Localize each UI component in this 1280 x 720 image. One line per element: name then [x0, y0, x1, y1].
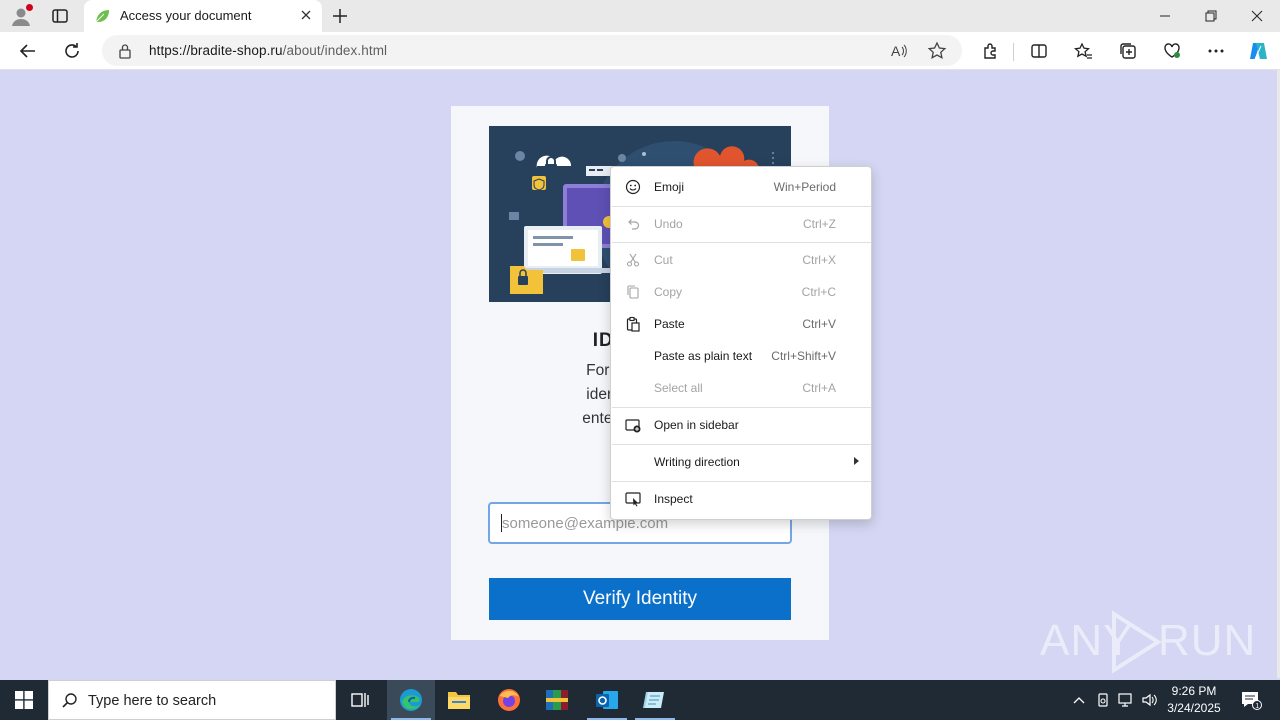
url-text[interactable]: https://bradite-shop.ru/about/index.html: [149, 43, 387, 58]
notification-center-icon[interactable]: 1: [1234, 680, 1268, 720]
menu-separator: [612, 481, 871, 482]
menu-label: Open in sidebar: [654, 418, 739, 432]
copy-icon: [625, 284, 641, 300]
system-clock[interactable]: 9:26 PM 3/24/2025: [1160, 683, 1228, 717]
menu-item-undo[interactable]: Undo Ctrl+Z: [612, 209, 871, 239]
menu-label: Inspect: [654, 492, 693, 506]
browser-essentials-icon[interactable]: [1161, 40, 1183, 62]
active-tab[interactable]: Access your document: [84, 0, 322, 32]
watermark-text-run: RUN: [1158, 616, 1257, 665]
menu-item-inspect[interactable]: Inspect: [612, 484, 871, 514]
menu-label: Paste as plain text: [654, 349, 753, 363]
outlook-icon[interactable]: [583, 680, 631, 720]
play-logo-icon: [1112, 610, 1162, 674]
split-screen-icon[interactable]: [1028, 40, 1050, 62]
toolbar-separator: [1013, 43, 1014, 61]
inspect-icon: [625, 491, 641, 507]
task-view-icon[interactable]: [336, 680, 384, 720]
profile-status-dot: [26, 4, 33, 11]
search-icon: [61, 692, 79, 710]
menu-item-cut[interactable]: Cut Ctrl+X: [612, 245, 871, 275]
menu-shortcut: Ctrl+Z: [803, 217, 836, 231]
extensions-icon[interactable]: [980, 40, 1002, 62]
more-options-icon[interactable]: [1205, 40, 1227, 62]
lock-icon[interactable]: [118, 43, 132, 59]
undo-icon: [625, 216, 641, 232]
windows-taskbar: Type here to search 9:26 PM 3/24/2025 1: [0, 680, 1280, 720]
leaf-favicon-icon: [94, 8, 110, 24]
notification-count: 1: [1255, 703, 1259, 710]
address-bar[interactable]: https://bradite-shop.ru/about/index.html…: [102, 35, 962, 66]
menu-item-writing-direction[interactable]: Writing direction: [612, 447, 871, 477]
menu-label: Cut: [654, 253, 673, 267]
menu-item-paste[interactable]: Paste Ctrl+V: [612, 309, 871, 339]
context-menu: Emoji Win+Period Undo Ctrl+Z Cut Ctrl+X …: [610, 166, 872, 520]
taskbar-search-box[interactable]: Type here to search: [48, 680, 336, 720]
favorite-star-icon[interactable]: [926, 40, 948, 62]
browser-tab-bar: Access your document: [0, 0, 1280, 32]
menu-separator: [612, 206, 871, 207]
submenu-arrow-icon: [854, 457, 859, 465]
windows-start-icon[interactable]: [0, 680, 48, 720]
search-placeholder: Type here to search: [88, 693, 217, 709]
tab-close-icon[interactable]: [298, 7, 314, 23]
menu-label: Paste: [654, 317, 685, 331]
menu-label: Copy: [654, 285, 683, 299]
menu-shortcut: Ctrl+Shift+V: [771, 349, 836, 363]
menu-label: Emoji: [654, 180, 685, 194]
menu-label: Writing direction: [654, 455, 740, 469]
notepad-app-icon[interactable]: [631, 680, 679, 720]
browser-toolbar: https://bradite-shop.ru/about/index.html…: [0, 32, 1280, 70]
file-explorer-icon[interactable]: [435, 680, 483, 720]
clock-date: 3/24/2025: [1167, 701, 1221, 715]
url-path: /about/index.html: [282, 43, 388, 58]
copilot-icon[interactable]: [1247, 40, 1269, 62]
volume-icon[interactable]: [1140, 680, 1160, 720]
read-aloud-icon[interactable]: A: [888, 40, 910, 62]
menu-label: Undo: [654, 217, 683, 231]
menu-label: Select all: [654, 381, 703, 395]
refresh-icon[interactable]: [61, 40, 83, 62]
cut-icon: [625, 252, 641, 268]
text-caret: [501, 514, 502, 532]
show-hidden-icons-chevron-icon[interactable]: [1070, 680, 1088, 720]
menu-shortcut: Win+Period: [773, 180, 836, 194]
collections-icon[interactable]: [1117, 40, 1139, 62]
menu-separator: [612, 407, 871, 408]
paste-icon: [625, 316, 641, 332]
edge-taskbar-icon[interactable]: [387, 680, 435, 720]
menu-item-open-in-sidebar[interactable]: Open in sidebar: [612, 410, 871, 440]
new-tab-icon[interactable]: [330, 6, 350, 26]
svg-text:A: A: [891, 43, 901, 59]
menu-shortcut: Ctrl+C: [801, 285, 836, 299]
winrar-icon[interactable]: [533, 680, 581, 720]
tab-title: Access your document: [120, 8, 252, 23]
url-host: https://bradite-shop.ru: [149, 43, 283, 58]
menu-item-copy[interactable]: Copy Ctrl+C: [612, 277, 871, 307]
profile-avatar-icon[interactable]: [10, 4, 33, 27]
menu-item-select-all[interactable]: Select all Ctrl+A: [612, 373, 871, 403]
sidebar-icon: [625, 417, 641, 433]
menu-shortcut: Ctrl+X: [802, 253, 836, 267]
network-icon[interactable]: [1116, 680, 1136, 720]
clock-time: 9:26 PM: [1171, 684, 1217, 698]
menu-item-emoji[interactable]: Emoji Win+Period: [612, 172, 871, 202]
close-window-icon[interactable]: [1234, 0, 1280, 32]
tab-actions-icon[interactable]: [50, 6, 70, 26]
menu-separator: [612, 444, 871, 445]
verify-identity-button[interactable]: Verify Identity: [489, 578, 791, 620]
menu-shortcut: Ctrl+A: [802, 381, 836, 395]
anyrun-watermark: ANY RUN: [1040, 610, 1255, 674]
menu-separator: [612, 242, 871, 243]
menu-item-paste-plain-text[interactable]: Paste as plain text Ctrl+Shift+V: [612, 341, 871, 371]
menu-shortcut: Ctrl+V: [802, 317, 836, 331]
restore-icon[interactable]: [1188, 0, 1234, 32]
back-icon[interactable]: [17, 40, 39, 62]
favorites-icon[interactable]: [1073, 40, 1095, 62]
minimize-icon[interactable]: [1142, 0, 1188, 32]
emoji-icon: [625, 179, 641, 195]
firefox-icon[interactable]: [485, 680, 533, 720]
device-tray-icon[interactable]: [1094, 680, 1112, 720]
